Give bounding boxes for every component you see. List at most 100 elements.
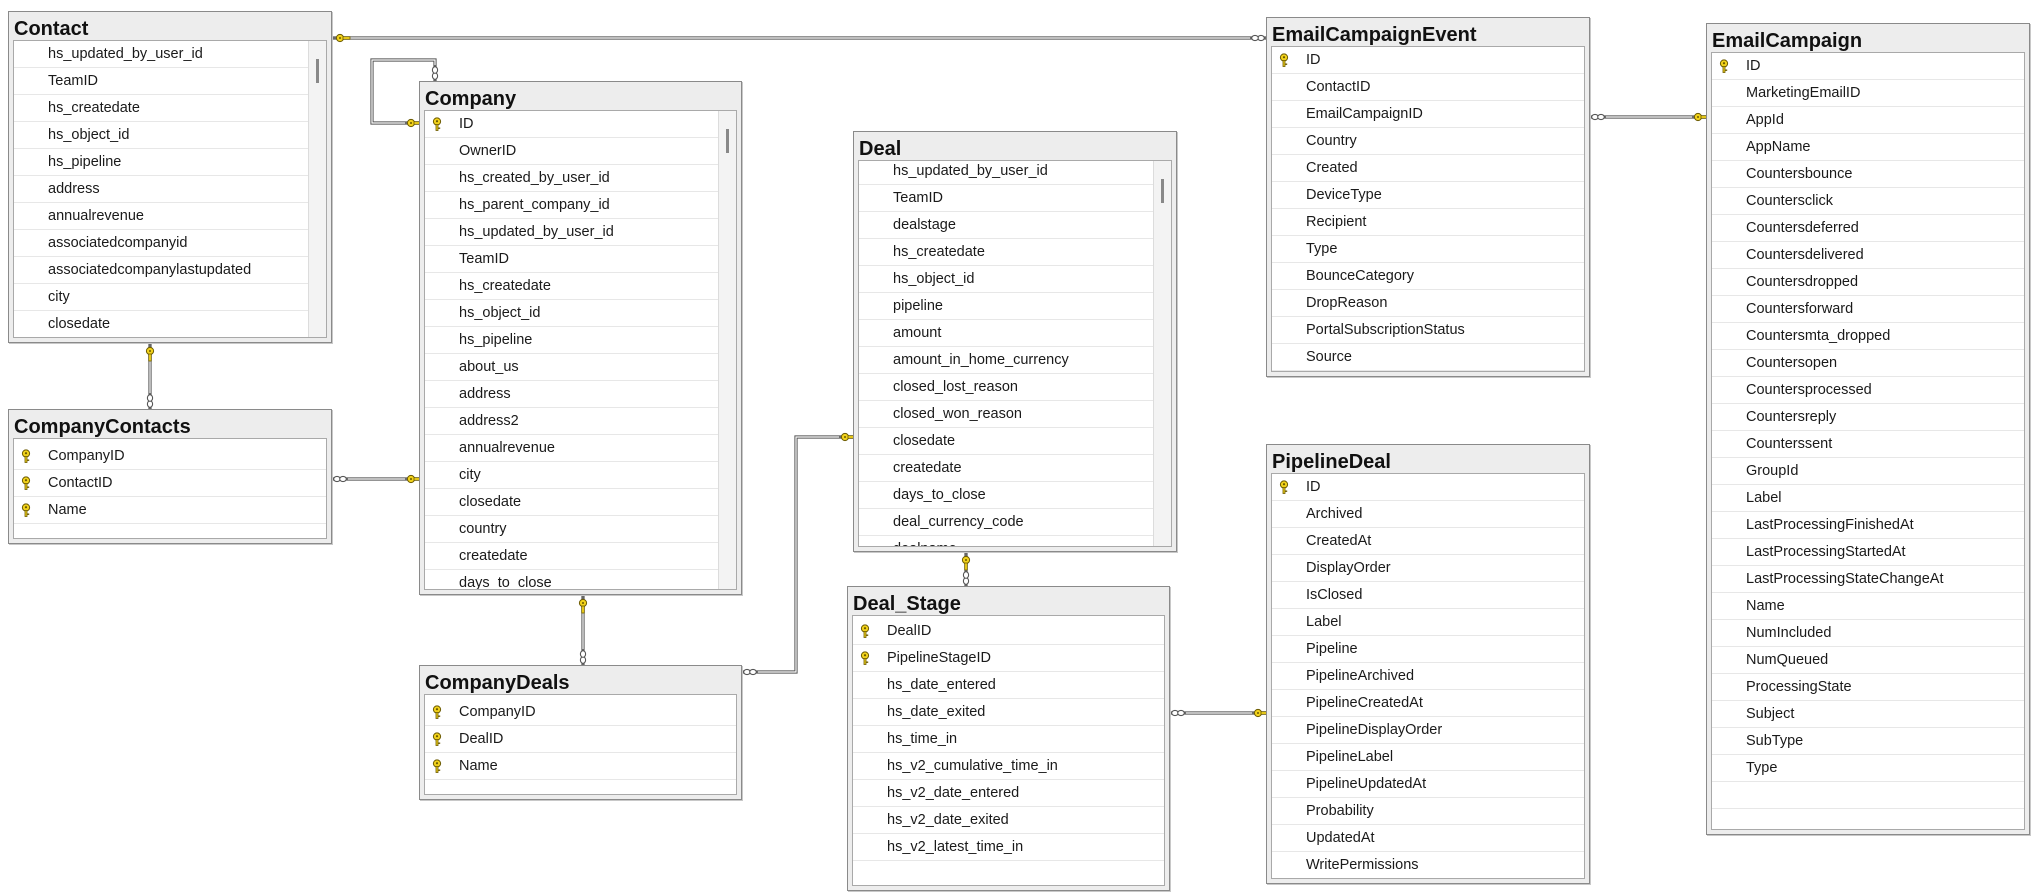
row-selector[interactable] bbox=[425, 246, 449, 272]
column-row[interactable]: associatedcompanyid bbox=[14, 230, 310, 257]
row-selector[interactable] bbox=[1272, 663, 1296, 689]
row-selector[interactable] bbox=[1272, 636, 1296, 662]
row-selector[interactable] bbox=[425, 489, 449, 515]
column-row[interactable]: WritePermissions bbox=[1272, 852, 1584, 878]
row-selector[interactable] bbox=[1712, 404, 1736, 430]
column-row[interactable]: hs_v2_date_entered bbox=[853, 780, 1164, 807]
column-row[interactable]: closedate bbox=[859, 428, 1155, 455]
row-selector[interactable] bbox=[1272, 155, 1296, 181]
row-selector[interactable] bbox=[1272, 798, 1296, 824]
column-row[interactable]: address bbox=[14, 176, 310, 203]
row-selector[interactable] bbox=[859, 161, 883, 184]
row-selector[interactable] bbox=[1712, 539, 1736, 565]
column-row[interactable]: annualrevenue bbox=[425, 435, 720, 462]
row-selector[interactable] bbox=[425, 192, 449, 218]
row-selector[interactable] bbox=[859, 185, 883, 211]
row-selector[interactable] bbox=[1712, 701, 1736, 727]
table-deal[interactable]: Deal hs_updated_by_user_id TeamID dealstage… bbox=[853, 131, 1177, 552]
column-row[interactable]: address bbox=[425, 381, 720, 408]
column-row[interactable]: PipelineStageID bbox=[853, 645, 1164, 672]
column-row[interactable]: Name bbox=[14, 497, 326, 524]
row-selector[interactable] bbox=[425, 408, 449, 434]
row-selector[interactable] bbox=[425, 300, 449, 326]
column-row[interactable]: Countersmta_dropped bbox=[1712, 323, 2024, 350]
row-selector[interactable] bbox=[14, 311, 38, 337]
row-selector[interactable] bbox=[1712, 728, 1736, 754]
column-row[interactable]: CreatedAt bbox=[1272, 528, 1584, 555]
column-row[interactable]: hs_updated_by_user_id bbox=[14, 41, 310, 68]
column-grid[interactable]: CompanyID ContactID Name bbox=[13, 438, 327, 539]
column-row[interactable]: hs_parent_company_id bbox=[425, 192, 720, 219]
column-row[interactable]: AppId bbox=[1712, 107, 2024, 134]
row-selector[interactable] bbox=[859, 320, 883, 346]
relationship-companydeals-deal[interactable] bbox=[742, 432, 856, 676]
column-row[interactable]: dealstage bbox=[859, 212, 1155, 239]
column-row[interactable]: hs_createdate bbox=[425, 273, 720, 300]
column-row[interactable]: OwnerID bbox=[425, 138, 720, 165]
row-selector[interactable] bbox=[14, 122, 38, 148]
row-selector[interactable] bbox=[1272, 582, 1296, 608]
row-selector[interactable] bbox=[14, 257, 38, 283]
row-selector[interactable] bbox=[425, 111, 449, 137]
row-selector[interactable] bbox=[425, 273, 449, 299]
column-row[interactable]: hs_updated_by_user_id bbox=[859, 161, 1155, 185]
column-row[interactable]: LastProcessingFinishedAt bbox=[1712, 512, 2024, 539]
table-companydeals[interactable]: CompanyDeals CompanyID DealID Name bbox=[419, 665, 742, 800]
column-row[interactable]: city bbox=[425, 462, 720, 489]
row-selector[interactable] bbox=[1712, 458, 1736, 484]
column-row[interactable]: Type bbox=[1272, 236, 1584, 263]
row-selector[interactable] bbox=[425, 516, 449, 542]
row-selector[interactable] bbox=[425, 462, 449, 488]
column-row[interactable]: hs_createdate bbox=[859, 239, 1155, 266]
column-row[interactable]: PipelineDisplayOrder bbox=[1272, 717, 1584, 744]
column-row[interactable]: Name bbox=[425, 753, 736, 780]
row-selector[interactable] bbox=[853, 753, 877, 779]
row-selector[interactable] bbox=[425, 381, 449, 407]
column-row[interactable]: TeamID bbox=[425, 246, 720, 273]
row-selector[interactable] bbox=[1272, 825, 1296, 851]
row-selector[interactable] bbox=[1712, 296, 1736, 322]
row-selector[interactable] bbox=[1712, 647, 1736, 673]
row-selector[interactable] bbox=[1712, 215, 1736, 241]
row-selector[interactable] bbox=[859, 266, 883, 292]
column-row[interactable]: NumIncluded bbox=[1712, 620, 2024, 647]
row-selector[interactable] bbox=[1272, 501, 1296, 527]
column-row[interactable]: Probability bbox=[1272, 798, 1584, 825]
relationship-deal-dealstage[interactable] bbox=[961, 552, 971, 586]
row-selector[interactable] bbox=[425, 219, 449, 245]
row-selector[interactable] bbox=[1712, 620, 1736, 646]
row-selector[interactable] bbox=[14, 230, 38, 256]
table-pipelinedeal[interactable]: PipelineDeal ID Archived CreatedAt DisplayOr… bbox=[1266, 444, 1590, 884]
row-selector[interactable] bbox=[859, 509, 883, 535]
row-selector[interactable] bbox=[1272, 528, 1296, 554]
row-selector[interactable] bbox=[859, 293, 883, 319]
column-row[interactable]: UpdatedAt bbox=[1272, 825, 1584, 852]
scrollbar-thumb[interactable] bbox=[316, 59, 319, 83]
relationship-company-companydeals[interactable] bbox=[578, 595, 588, 665]
row-selector[interactable] bbox=[1712, 350, 1736, 376]
scrollbar-thumb[interactable] bbox=[726, 129, 729, 153]
row-selector[interactable] bbox=[14, 149, 38, 175]
row-selector[interactable] bbox=[425, 570, 449, 589]
column-row[interactable]: ID bbox=[425, 111, 720, 138]
column-row[interactable]: Country bbox=[1272, 128, 1584, 155]
column-row[interactable]: hs_createdate bbox=[14, 95, 310, 122]
row-selector[interactable] bbox=[853, 834, 877, 860]
column-row[interactable]: DealID bbox=[853, 618, 1164, 645]
column-row[interactable]: annualrevenue bbox=[14, 203, 310, 230]
column-row[interactable]: Archived bbox=[1272, 501, 1584, 528]
column-row[interactable]: Countersdelivered bbox=[1712, 242, 2024, 269]
column-row[interactable]: DealID bbox=[425, 726, 736, 753]
row-selector[interactable] bbox=[14, 497, 38, 523]
row-selector[interactable] bbox=[1712, 188, 1736, 214]
scrollbar-thumb[interactable] bbox=[1161, 179, 1164, 203]
column-row[interactable]: LastProcessingStateChangeAt bbox=[1712, 566, 2024, 593]
column-row[interactable]: Countersreply bbox=[1712, 404, 2024, 431]
column-row[interactable]: Type bbox=[1712, 755, 2024, 782]
row-selector[interactable] bbox=[1272, 47, 1296, 73]
column-row[interactable]: hs_updated_by_user_id bbox=[425, 219, 720, 246]
column-grid[interactable]: ID Archived CreatedAt DisplayOrder IsClosed L… bbox=[1271, 473, 1585, 879]
column-row[interactable]: dealname bbox=[859, 536, 1155, 546]
column-row[interactable]: Countersclick bbox=[1712, 188, 2024, 215]
row-selector[interactable] bbox=[1272, 101, 1296, 127]
